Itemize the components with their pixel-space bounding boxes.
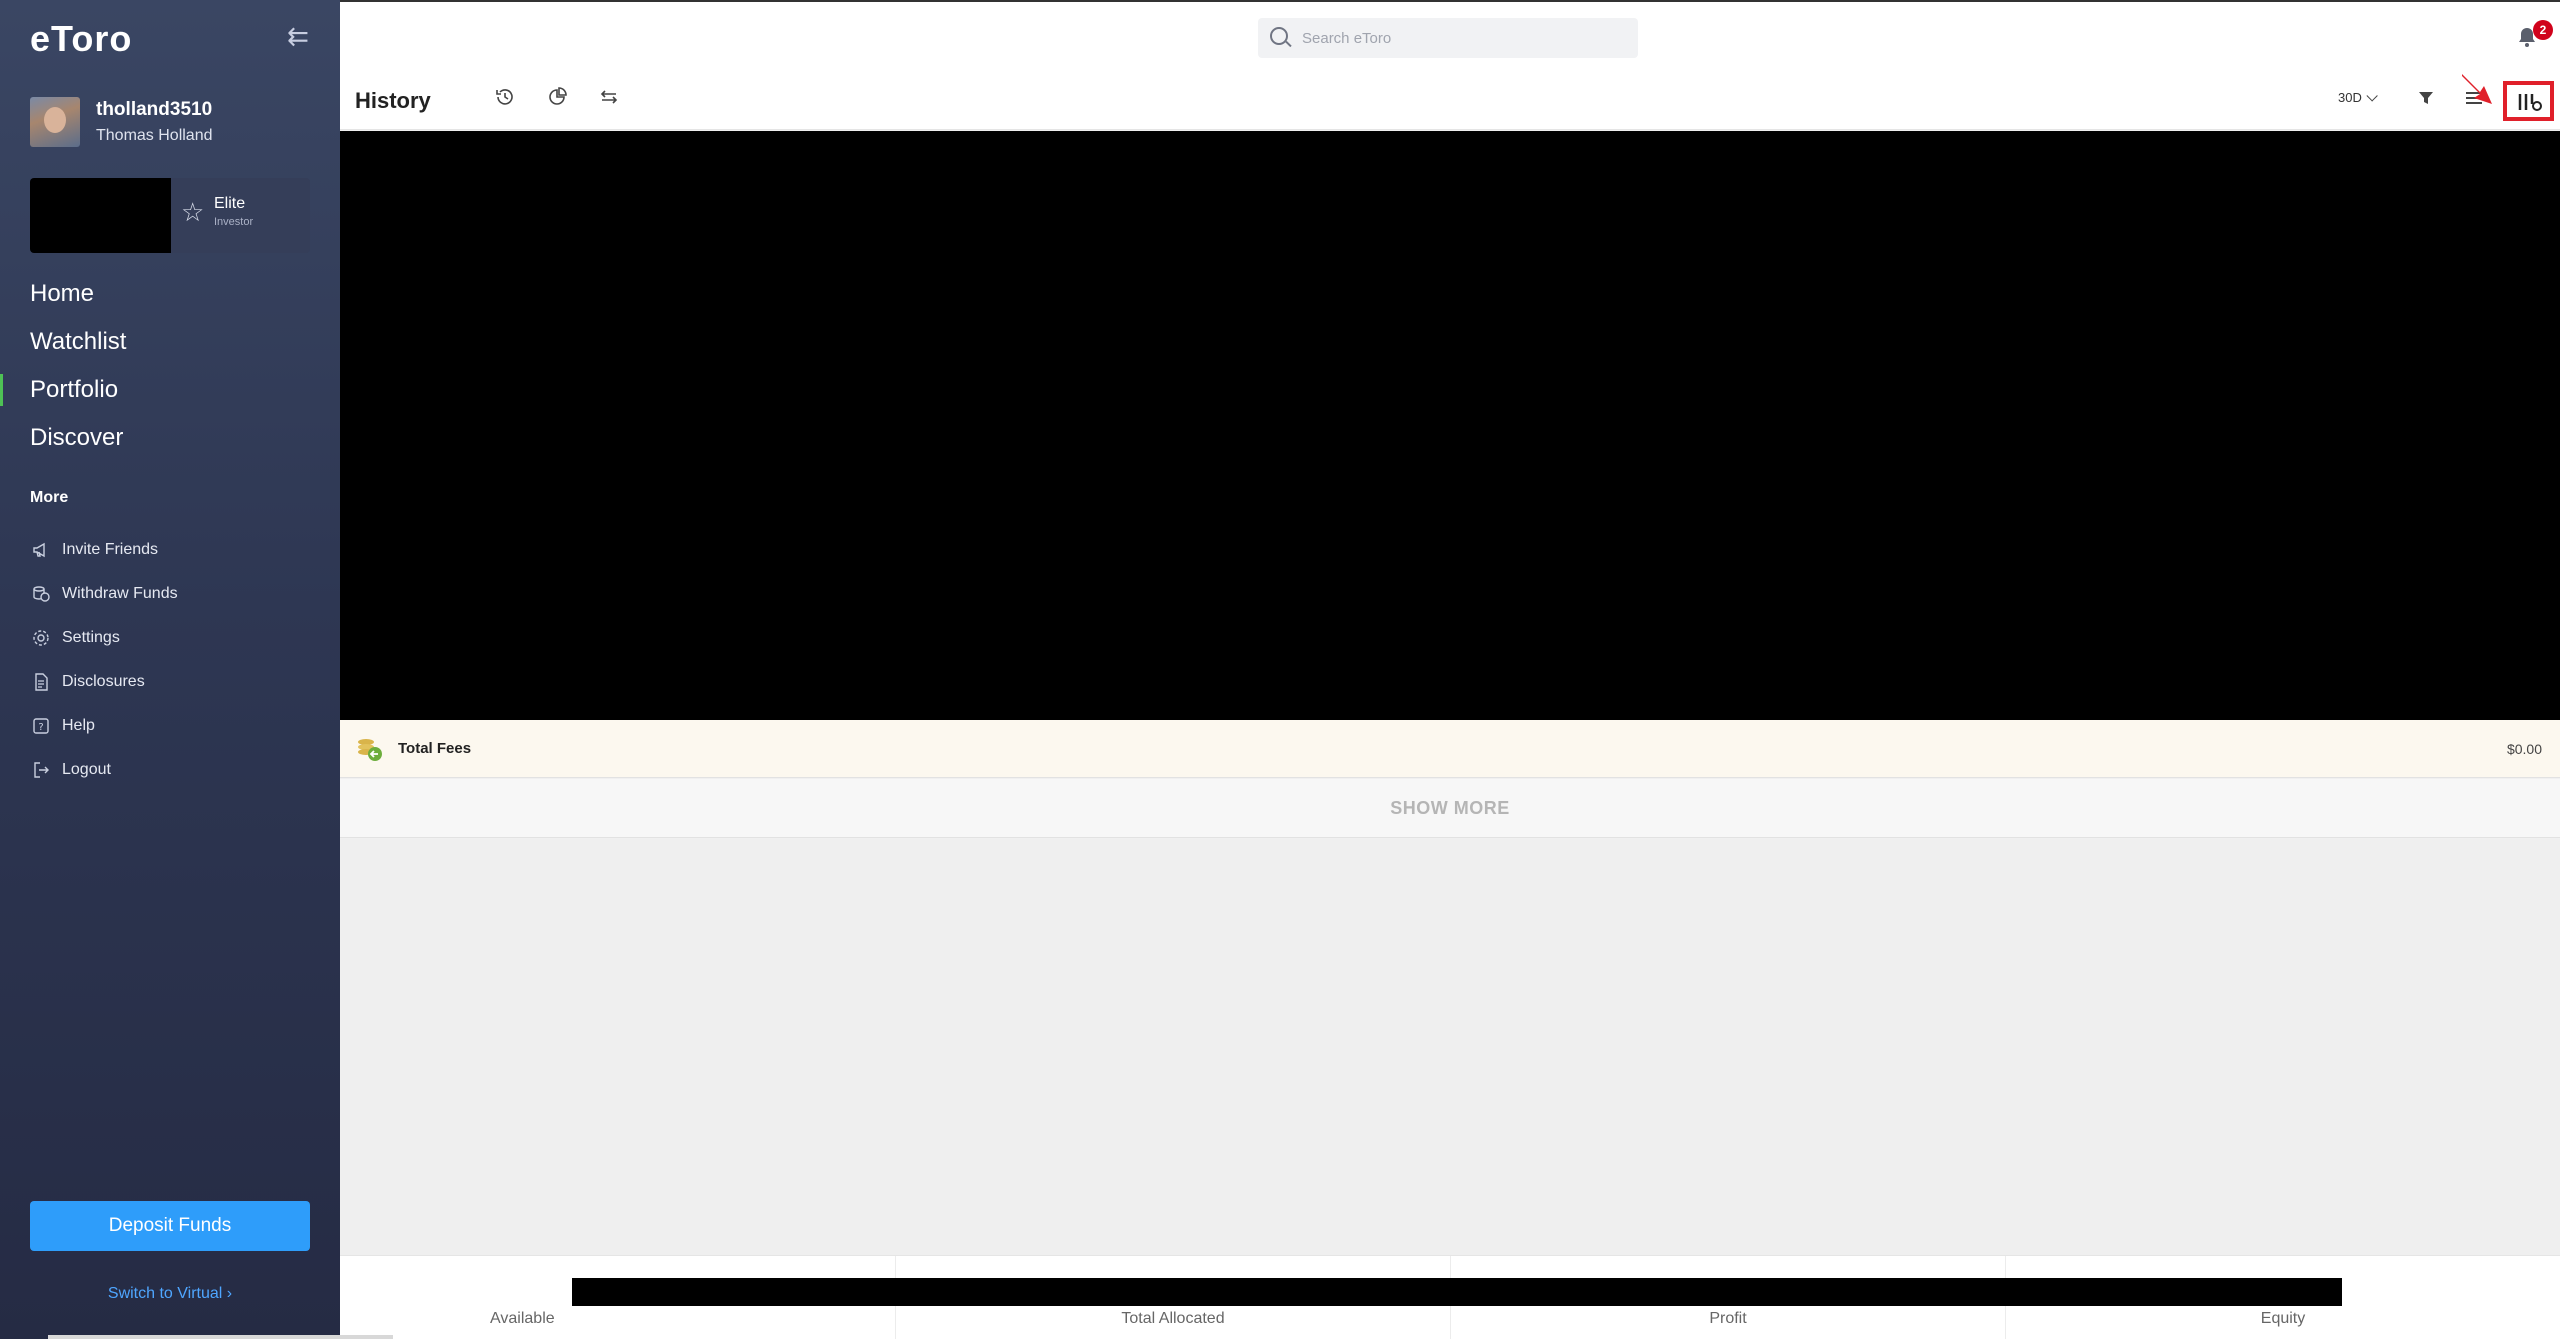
username: tholland3510: [96, 99, 213, 120]
history-icon[interactable]: [490, 86, 520, 116]
main-content: 2 History 30D: [340, 0, 2560, 1339]
nav-item-discover[interactable]: Discover: [0, 414, 340, 462]
account-summary-footer: Available Total Allocated Profit Equity: [340, 1255, 2560, 1339]
menu-item-withdraw-funds[interactable]: Withdraw Funds: [30, 572, 178, 616]
svg-text:?: ?: [38, 722, 43, 733]
menu-item-disclosures[interactable]: Disclosures: [30, 660, 178, 704]
nav-item-watchlist[interactable]: Watchlist: [0, 318, 340, 366]
redacted-block: [30, 178, 171, 253]
user-profile[interactable]: tholland3510 Thomas Holland: [30, 97, 213, 147]
document-icon: [30, 671, 52, 693]
menu-item-label: Help: [62, 717, 95, 734]
search-icon: [1270, 27, 1288, 45]
menu-item-logout[interactable]: Logout: [30, 748, 178, 792]
star-icon: ☆: [181, 197, 205, 227]
chevron-down-icon: [2366, 90, 2378, 102]
coins-icon: [30, 583, 52, 605]
divider: [48, 1335, 393, 1339]
sidebar: eToro ⇇ tholland3510 Thomas Holland ☆ El…: [0, 0, 340, 1339]
column-settings-button[interactable]: [2503, 81, 2554, 121]
main-nav: Home Watchlist Portfolio Discover: [0, 270, 340, 462]
page-title: History: [355, 88, 431, 113]
coins-refund-icon: [358, 739, 382, 761]
switch-to-virtual-link[interactable]: Switch to Virtual ›: [0, 1285, 340, 1303]
club-tier-card[interactable]: ☆ Elite Investor: [30, 178, 310, 253]
menu-item-label: Withdraw Funds: [62, 585, 178, 602]
menu-item-invite-friends[interactable]: Invite Friends: [30, 528, 178, 572]
menu-item-label: Settings: [62, 629, 120, 646]
period-dropdown[interactable]: 30D: [2338, 90, 2378, 105]
history-header: History 30D: [340, 72, 2560, 130]
club-tier-title: Elite: [214, 195, 246, 212]
footer-label: Profit: [1709, 1310, 1747, 1327]
gear-icon: [30, 627, 52, 649]
menu-item-settings[interactable]: Settings: [30, 616, 178, 660]
redacted-footer-values: [572, 1278, 2342, 1306]
more-menu: Invite Friends Withdraw Funds Settings D…: [30, 528, 178, 792]
total-fees-value: $0.00: [2506, 741, 2542, 757]
notification-badge: 2: [2533, 20, 2553, 40]
filter-icon[interactable]: [2411, 86, 2441, 116]
user-full-name: Thomas Holland: [96, 127, 213, 144]
redacted-history-table: [340, 131, 2560, 720]
deposit-funds-button[interactable]: Deposit Funds: [30, 1201, 310, 1251]
footer-label: Total Allocated: [1121, 1310, 1225, 1327]
nav-item-home[interactable]: Home: [0, 270, 340, 318]
more-section-label: More: [30, 489, 69, 506]
avatar[interactable]: [30, 97, 80, 147]
collapse-sidebar-icon[interactable]: ⇇: [282, 22, 314, 50]
search-input[interactable]: [1302, 18, 1622, 58]
menu-item-label: Invite Friends: [62, 541, 159, 558]
nav-item-portfolio[interactable]: Portfolio: [0, 366, 340, 414]
menu-item-help[interactable]: ? Help: [30, 704, 178, 748]
total-fees-row: Total Fees $0.00: [340, 720, 2560, 778]
menu-item-label: Disclosures: [62, 673, 145, 690]
red-arrow-annotation-icon: [2462, 74, 2492, 104]
total-fees-label: Total Fees: [398, 740, 472, 757]
help-icon: ?: [30, 715, 52, 737]
column-settings-icon: [2518, 94, 2542, 111]
megaphone-icon: [30, 539, 52, 561]
show-more-button[interactable]: SHOW MORE: [340, 779, 2560, 838]
logout-icon: [30, 759, 52, 781]
search-box[interactable]: [1258, 18, 1638, 58]
footer-label: Available: [490, 1310, 555, 1327]
empty-content-area: [340, 839, 2560, 1255]
footer-label: Equity: [2260, 1310, 2306, 1327]
period-value: 30D: [2338, 90, 2362, 105]
transfer-arrows-icon[interactable]: [594, 86, 624, 116]
etoro-logo[interactable]: eToro: [30, 18, 132, 60]
menu-item-label: Logout: [62, 761, 111, 778]
top-bar: 2: [340, 0, 2560, 72]
pie-chart-icon[interactable]: [542, 86, 572, 116]
club-tier-subtitle: Investor: [214, 216, 254, 228]
